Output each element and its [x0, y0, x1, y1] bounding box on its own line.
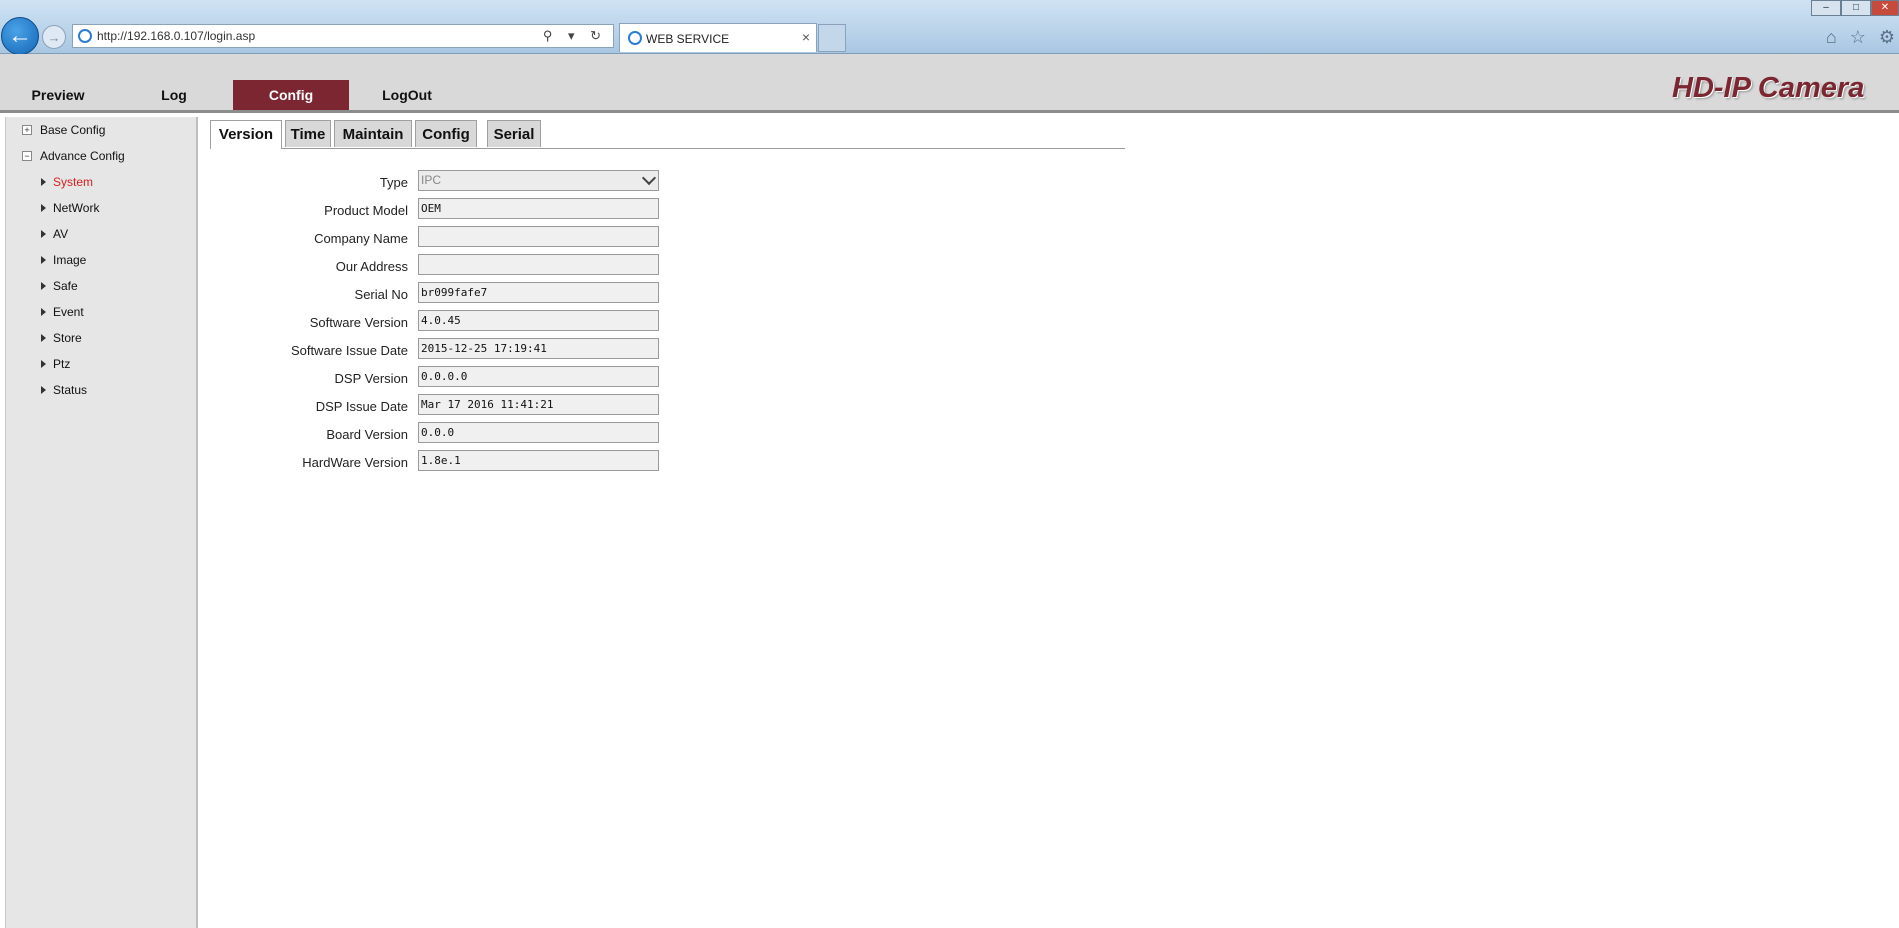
collapse-icon[interactable]: −: [22, 151, 32, 161]
sidebar-item-system[interactable]: System: [41, 175, 93, 189]
dsp-issue-date-label: DSP Issue Date: [315, 399, 408, 414]
back-arrow-icon: ←: [8, 22, 32, 49]
tab-maintain[interactable]: Maintain: [334, 120, 412, 147]
main-menu-bar: Preview Log Config LogOut HD-IP Camera: [0, 54, 1899, 113]
sidebar-item-av[interactable]: AV: [41, 227, 68, 241]
brand-logo: HD-IP Camera: [1672, 72, 1865, 104]
tab-time[interactable]: Time: [285, 120, 331, 147]
config-tabs: Version Time Maintain Config Serial: [210, 120, 1125, 149]
company-name-label: Company Name: [314, 231, 408, 246]
sidebar-item-label: Store: [53, 331, 82, 345]
sidebar-item-label: Ptz: [53, 357, 71, 371]
tab-serial[interactable]: Serial: [487, 120, 541, 147]
window-controls: – □ ✕: [1811, 0, 1899, 16]
sidebar-item-safe[interactable]: Safe: [41, 279, 78, 293]
ie-tab-icon: [628, 31, 642, 45]
dsp-version-label: DSP Version: [334, 371, 408, 386]
triangle-right-icon: [41, 360, 46, 368]
minimize-icon[interactable]: –: [1811, 0, 1841, 16]
software-issue-date-field[interactable]: 2015-12-25 17:19:41: [418, 338, 659, 359]
sidebar-item-label: Event: [53, 305, 84, 319]
our-address-label: Our Address: [335, 259, 408, 274]
triangle-right-icon: [41, 204, 46, 212]
sidebar-item-status[interactable]: Status: [41, 383, 87, 397]
address-tools-icons[interactable]: ⚲ ▾ ↻: [543, 28, 607, 44]
sidebar-item-label: Image: [53, 253, 87, 267]
hardware-version-label: HardWare Version: [302, 455, 408, 470]
sidebar-item-label: Status: [53, 383, 88, 397]
maximize-icon[interactable]: □: [1841, 0, 1871, 16]
triangle-right-icon: [41, 282, 46, 290]
software-version-label: Software Version: [309, 315, 408, 330]
triangle-right-icon: [41, 386, 46, 394]
type-select-value: IPC: [421, 173, 442, 187]
sidebar-item-label: NetWork: [53, 201, 100, 215]
tab-config[interactable]: Config: [415, 120, 477, 147]
sidebar-item-store[interactable]: Store: [41, 331, 82, 345]
sidebar-item-label: Safe: [53, 279, 78, 293]
expand-icon[interactable]: +: [22, 125, 32, 135]
sidebar-item-event[interactable]: Event: [41, 305, 84, 319]
product-model-label: Product Model: [324, 203, 408, 218]
browser-tab-title: WEB SERVICE: [646, 32, 730, 46]
close-tab-icon[interactable]: ×: [802, 29, 810, 45]
serial-no-label: Serial No: [354, 287, 408, 302]
triangle-right-icon: [41, 308, 46, 316]
back-button[interactable]: ←: [1, 17, 39, 55]
product-model-field[interactable]: OEM: [418, 198, 659, 219]
software-issue-date-label: Software Issue Date: [290, 343, 408, 358]
tree-base-config[interactable]: + Base Config: [22, 123, 105, 137]
menu-log[interactable]: Log: [124, 80, 224, 110]
menu-preview[interactable]: Preview: [8, 80, 108, 110]
board-version-label: Board Version: [326, 427, 408, 442]
sidebar-item-ptz[interactable]: Ptz: [41, 357, 70, 371]
forward-button[interactable]: →: [42, 25, 66, 49]
sidebar-item-image[interactable]: Image: [41, 253, 86, 267]
hardware-version-field[interactable]: 1.8e.1: [418, 450, 659, 471]
tree-advance-config[interactable]: − Advance Config: [22, 149, 125, 163]
ie-page-icon: [78, 29, 92, 43]
new-tab-button[interactable]: [818, 24, 846, 52]
dsp-version-field[interactable]: 0.0.0.0: [418, 366, 659, 387]
serial-no-field[interactable]: br099fafe7: [418, 282, 659, 303]
software-version-field[interactable]: 4.0.45: [418, 310, 659, 331]
sidebar-item-label: System: [53, 175, 94, 189]
close-window-icon[interactable]: ✕: [1871, 0, 1899, 16]
triangle-right-icon: [41, 256, 46, 264]
forward-arrow-icon: →: [47, 29, 61, 45]
type-label: Type: [379, 175, 408, 190]
tree-base-config-label: Base Config: [40, 123, 106, 137]
type-select[interactable]: IPC: [418, 170, 659, 191]
browser-tab[interactable]: WEB SERVICE ×: [619, 23, 817, 52]
address-url[interactable]: http://192.168.0.107/login.asp: [97, 29, 255, 43]
company-name-field[interactable]: [418, 226, 659, 247]
sidebar: + Base Config − Advance Config System NetW…: [5, 117, 198, 928]
sidebar-item-network[interactable]: NetWork: [41, 201, 99, 215]
tree-advance-config-label: Advance Config: [40, 149, 125, 163]
browser-chrome: ← → http://192.168.0.107/login.asp ⚲ ▾ ↻…: [0, 0, 1899, 55]
triangle-right-icon: [41, 334, 46, 342]
chevron-down-icon: [641, 170, 657, 186]
triangle-right-icon: [41, 230, 46, 238]
home-favorites-tools-icons[interactable]: ⌂ ☆ ⚙: [1826, 27, 1899, 48]
tab-version[interactable]: Version: [210, 120, 282, 149]
menu-config[interactable]: Config: [233, 80, 349, 110]
our-address-field[interactable]: [418, 254, 659, 275]
menu-logout[interactable]: LogOut: [357, 80, 457, 110]
dsp-issue-date-field[interactable]: Mar 17 2016 11:41:21: [418, 394, 659, 415]
board-version-field[interactable]: 0.0.0: [418, 422, 659, 443]
sidebar-item-label: AV: [53, 227, 69, 241]
address-bar[interactable]: http://192.168.0.107/login.asp ⚲ ▾ ↻: [72, 24, 614, 48]
triangle-right-icon: [41, 178, 46, 186]
